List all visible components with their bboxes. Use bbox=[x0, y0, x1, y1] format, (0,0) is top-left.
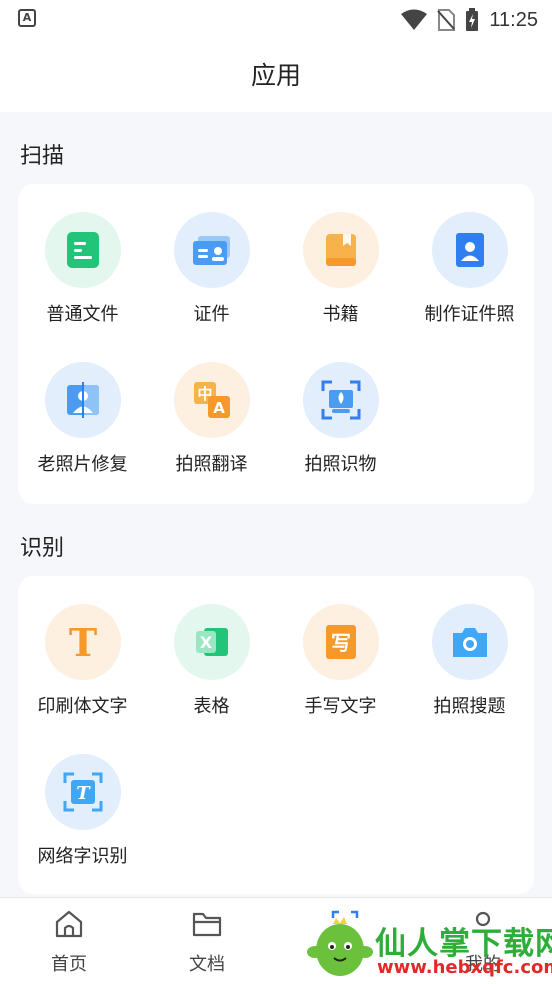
scan-card: 普通文件 证件 书籍 制作证件照 老照片修复 中 A 拍照翻译 拍照识物 bbox=[18, 184, 534, 504]
app-item-book[interactable]: 书籍 bbox=[276, 184, 405, 334]
page-title: 应用 bbox=[250, 61, 301, 90]
app-item-object-recognition[interactable]: 拍照识物 bbox=[276, 334, 405, 484]
app-item-handwriting[interactable]: 写 手写文字 bbox=[276, 576, 405, 726]
app-item-label: 拍照识物 bbox=[304, 454, 377, 475]
status-time: 11:25 bbox=[489, 8, 538, 31]
handwriting-icon: 写 bbox=[303, 604, 379, 680]
section-title-recognize: 识别 bbox=[20, 536, 65, 561]
section-title-scan: 扫描 bbox=[20, 144, 65, 169]
nav-label-docs: 文档 bbox=[189, 954, 225, 975]
page-header: 应用 bbox=[0, 40, 552, 112]
svg-text:T: T bbox=[76, 783, 91, 804]
id-photo-icon bbox=[432, 212, 508, 288]
excel-icon: X bbox=[174, 604, 250, 680]
nav-tab-docs[interactable]: 文档 bbox=[138, 898, 276, 984]
app-item-label: 表格 bbox=[193, 696, 230, 717]
translate-icon: 中A bbox=[174, 362, 250, 438]
app-item-label: 书籍 bbox=[322, 304, 359, 325]
app-item-id-card[interactable]: 证件 bbox=[147, 184, 276, 334]
status-bar: A 11:25 bbox=[0, 0, 552, 40]
app-item-table[interactable]: X 表格 bbox=[147, 576, 276, 726]
app-item-label: 印刷体文字 bbox=[37, 696, 128, 717]
app-notification-icon: A bbox=[18, 9, 36, 27]
status-indicators: 11:25 bbox=[401, 6, 538, 34]
nav-tab-home[interactable]: 首页 bbox=[0, 898, 138, 984]
app-item-label: 老照片修复 bbox=[37, 454, 128, 475]
watermark-url: www.hebxqfc.com bbox=[377, 957, 552, 978]
app-item-label: 制作证件照 bbox=[424, 304, 515, 325]
svg-text:A: A bbox=[213, 399, 225, 417]
object-recognition-icon bbox=[303, 362, 379, 438]
app-item-label: 手写文字 bbox=[304, 696, 377, 717]
watermark: 仙人掌下载网 www.hebxqfc.com bbox=[305, 910, 552, 983]
web-text-icon: T bbox=[45, 754, 121, 830]
app-item-translate[interactable]: 中A 拍照翻译 bbox=[147, 334, 276, 484]
app-item-label: 拍照搜题 bbox=[433, 696, 506, 717]
nav-label-home: 首页 bbox=[51, 954, 87, 975]
app-item-print-text[interactable]: T 印刷体文字 bbox=[18, 576, 147, 726]
camera-icon bbox=[432, 604, 508, 680]
app-item-document[interactable]: 普通文件 bbox=[18, 184, 147, 334]
app-item-id-photo[interactable]: 制作证件照 bbox=[405, 184, 534, 334]
svg-text:写: 写 bbox=[331, 631, 351, 655]
document-icon bbox=[45, 212, 121, 288]
battery-charging-icon bbox=[466, 8, 479, 31]
app-item-label: 拍照翻译 bbox=[175, 454, 248, 475]
app-item-label: 证件 bbox=[193, 304, 230, 325]
book-icon bbox=[303, 212, 379, 288]
recognize-card: T 印刷体文字 X 表格 写 手写文字 拍照搜题 T 网络字识别 bbox=[18, 576, 534, 894]
app-item-web-text[interactable]: T 网络字识别 bbox=[18, 726, 147, 876]
app-item-photo-restore[interactable]: 老照片修复 bbox=[18, 334, 147, 484]
svg-text:X: X bbox=[200, 633, 213, 652]
home-icon bbox=[55, 910, 83, 938]
wifi-icon bbox=[401, 9, 428, 30]
no-sim-icon bbox=[437, 9, 456, 31]
svg-text:T: T bbox=[69, 622, 97, 662]
folder-icon bbox=[192, 912, 222, 937]
app-item-label: 网络字识别 bbox=[37, 846, 128, 867]
app-item-photo-search[interactable]: 拍照搜题 bbox=[405, 576, 534, 726]
app-item-label: 普通文件 bbox=[46, 304, 119, 325]
photo-restore-icon bbox=[45, 362, 121, 438]
cactus-icon bbox=[307, 917, 373, 976]
id-card-icon bbox=[174, 212, 250, 288]
print-text-icon: T bbox=[45, 604, 121, 680]
